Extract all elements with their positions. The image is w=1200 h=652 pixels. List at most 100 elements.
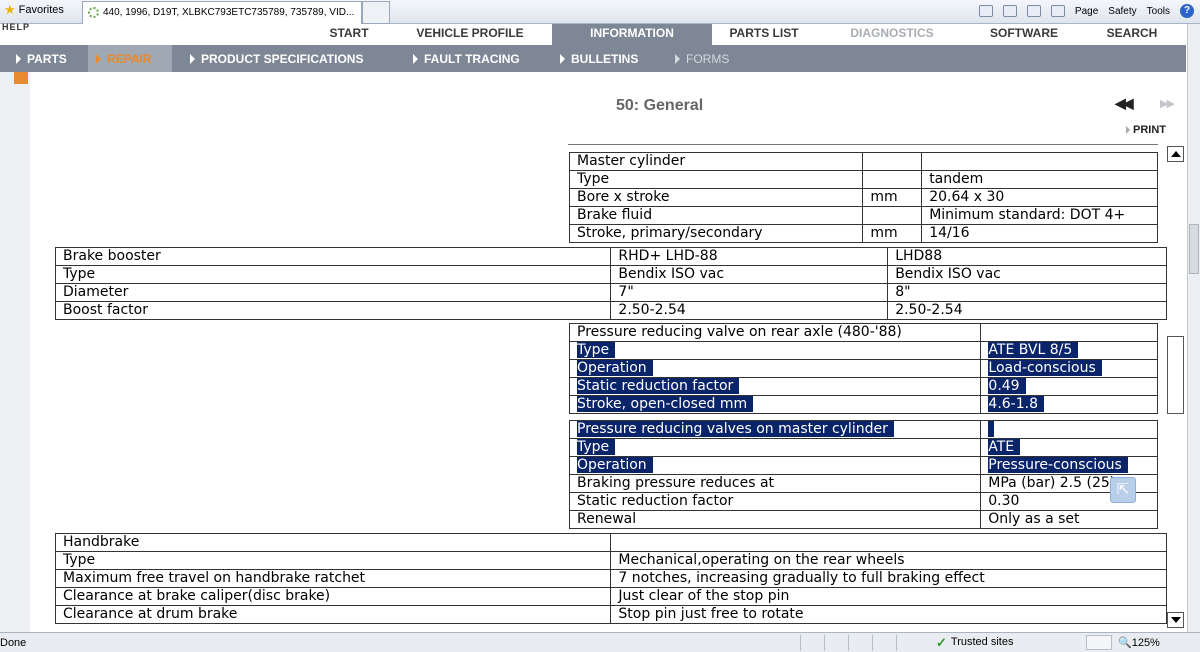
safety-menu[interactable]: Safety — [1108, 6, 1136, 17]
browser-toolbar: ★ Favorites 440, 1996, D19T, XLBKC793ETC… — [0, 0, 1200, 24]
nav-start[interactable]: START — [318, 24, 380, 45]
printer-icon[interactable] — [1050, 5, 1065, 17]
selected-text: Pressure-conscious — [988, 457, 1128, 473]
table-row: Type Bendix ISO vac Bendix ISO vac — [54, 265, 1167, 284]
content-scrollbar[interactable] — [1167, 146, 1185, 628]
favorites-label: Favorites — [18, 4, 64, 16]
table-cell: Diameter — [54, 283, 612, 302]
table-cell — [921, 152, 1158, 171]
table-cell — [610, 533, 1167, 552]
table-row: Diameter 7" 8" — [54, 283, 1167, 302]
security-zone[interactable]: ✓ Trusted sites — [936, 636, 1013, 649]
page-title: 50: General — [616, 97, 704, 114]
table-cell: Pressure-conscious — [980, 456, 1158, 475]
scroll-down-icon[interactable] — [1167, 612, 1184, 628]
table-cell: Operation — [568, 456, 982, 475]
scroll-thumb[interactable] — [1167, 336, 1184, 414]
subnav-product-specifications[interactable]: PRODUCT SPECIFICATIONS — [190, 45, 363, 72]
master-cylinder-table: Master cylinder Type tandem Bore x stroke… — [568, 152, 1158, 243]
table-cell: Clearance at drum brake — [54, 605, 612, 624]
table-row: Type ATE — [568, 438, 1158, 457]
table-cell: 7" — [610, 283, 889, 302]
subnav-parts[interactable]: PARTS — [16, 45, 67, 72]
print-label: PRINT — [1133, 124, 1166, 136]
help-icon[interactable]: ? — [1180, 4, 1194, 18]
status-pane — [824, 635, 846, 651]
table-cell: Only as a set — [980, 510, 1158, 529]
table-cell: Master cylinder — [568, 152, 864, 171]
protected-mode-icon[interactable] — [1086, 635, 1112, 650]
new-tab-button[interactable] — [362, 1, 390, 24]
first-page-icon[interactable]: ◀◀ — [1115, 95, 1133, 112]
nav-vehicle-profile[interactable]: VEHICLE PROFILE — [392, 24, 548, 45]
home-icon[interactable] — [978, 5, 993, 17]
table-cell: 8" — [887, 283, 1167, 302]
table-row: Type tandem — [568, 170, 1158, 189]
page-menu[interactable]: Page — [1075, 6, 1098, 17]
print-button[interactable]: PRINT — [1126, 124, 1166, 136]
next-page-icon: ▶▶ — [1160, 98, 1175, 110]
table-row: Operation Pressure-conscious — [568, 456, 1158, 475]
browser-tab[interactable]: 440, 1996, D19T, XLBKC793ETC735789, 7357… — [82, 1, 362, 24]
nav-parts-list[interactable]: PARTS LIST — [716, 24, 812, 45]
table-cell: Load-conscious — [980, 359, 1158, 378]
brake-booster-table: Brake booster RHD+ LHD-88 LHD88 Type Bendix… — [54, 247, 1167, 320]
table-row: Type ATE BVL 8/5 — [568, 341, 1158, 360]
table-cell — [862, 206, 923, 225]
table-row: Clearance at brake caliper(disc brake) Ju… — [54, 587, 1167, 606]
status-pane — [848, 635, 870, 651]
scroll-up-icon[interactable] — [1167, 146, 1184, 162]
nav-search[interactable]: SEARCH — [1090, 24, 1174, 45]
table-cell: Pressure reducing valves on master cylin… — [568, 420, 982, 439]
table-cell: Type — [54, 551, 612, 570]
tools-menu[interactable]: Tools — [1147, 6, 1170, 17]
favorites-button[interactable]: ★ Favorites — [4, 2, 64, 17]
table-cell — [980, 420, 1158, 439]
selected-text: Type — [577, 439, 616, 455]
divider — [568, 144, 1158, 145]
command-bar: Page Safety Tools ? — [978, 4, 1194, 18]
table-cell: Stop pin just free to rotate — [610, 605, 1167, 624]
expand-overlay-icon[interactable]: ⇱ — [1110, 477, 1136, 503]
table-cell: Operation — [568, 359, 982, 378]
table-cell: Boost factor — [54, 301, 612, 320]
subnav-bulletins-label: BULLETINS — [571, 52, 639, 66]
table-cell: 14/16 — [921, 224, 1158, 243]
table-row: Stroke, primary/secondary mm 14/16 — [568, 224, 1158, 243]
table-cell: Type — [568, 170, 864, 189]
expand-icon[interactable] — [14, 72, 28, 84]
table-cell: Clearance at brake caliper(disc brake) — [54, 587, 612, 606]
table-row: Brake fluid Minimum standard: DOT 4+ — [568, 206, 1158, 225]
secondary-nav: PARTS REPAIR PRODUCT SPECIFICATIONS FAUL… — [0, 45, 1186, 72]
table-cell: LHD88 — [887, 247, 1167, 266]
zoom-control[interactable]: 🔍125% — [1118, 636, 1160, 649]
prv-rear-axle-table: Pressure reducing valve on rear axle (48… — [568, 323, 1158, 414]
left-gutter — [0, 72, 30, 632]
subnav-repair[interactable]: REPAIR — [88, 45, 172, 72]
primary-nav: HELP START VEHICLE PROFILE INFORMATION P… — [0, 22, 1186, 45]
subnav-product-specifications-label: PRODUCT SPECIFICATIONS — [201, 52, 364, 66]
table-cell: RHD+ LHD-88 — [610, 247, 889, 266]
table-row: Operation Load-conscious — [568, 359, 1158, 378]
table-cell: Bore x stroke — [568, 188, 864, 207]
table-cell: Minimum standard: DOT 4+ — [921, 206, 1158, 225]
star-icon: ★ — [4, 2, 16, 17]
feeds-icon[interactable] — [1002, 5, 1017, 17]
window-scrollbar[interactable] — [1187, 24, 1200, 632]
table-cell: Just clear of the stop pin — [610, 587, 1167, 606]
logo: HELP — [2, 22, 31, 32]
subnav-parts-label: PARTS — [27, 52, 67, 66]
status-bar: Done ✓ Trusted sites 🔍125% — [0, 632, 1200, 652]
table-row: Static reduction factor 0.49 — [568, 377, 1158, 396]
mail-icon[interactable] — [1026, 5, 1041, 17]
window-scroll-thumb[interactable] — [1189, 224, 1199, 274]
table-cell: Stroke, open-closed mm — [568, 395, 982, 414]
subnav-fault-tracing[interactable]: FAULT TRACING — [413, 45, 520, 72]
table-cell: Pressure reducing valve on rear axle (48… — [568, 323, 982, 342]
table-cell: 7 notches, increasing gradually to full … — [610, 569, 1167, 588]
nav-software[interactable]: SOFTWARE — [972, 24, 1076, 45]
table-row: Pressure reducing valves on master cylin… — [568, 420, 1158, 439]
subnav-bulletins[interactable]: BULLETINS — [560, 45, 638, 72]
table-cell: Static reduction factor — [568, 492, 982, 511]
nav-information[interactable]: INFORMATION — [552, 24, 712, 45]
